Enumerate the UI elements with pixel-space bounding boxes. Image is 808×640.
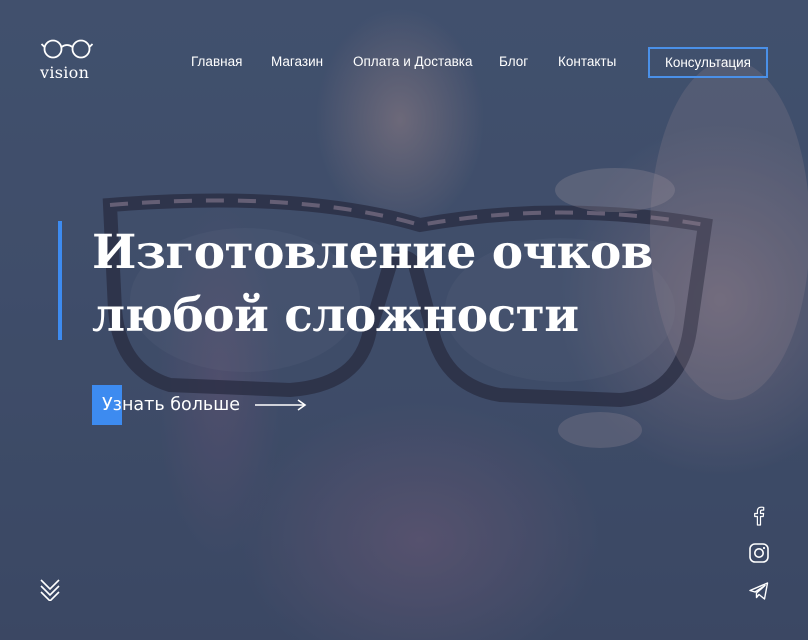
nav-item-blog[interactable]: Блог (499, 54, 528, 69)
nav-item-contacts[interactable]: Контакты (558, 54, 616, 69)
hero-headline-line-1: Изготовление очков (92, 225, 653, 280)
telegram-icon[interactable] (748, 580, 770, 602)
hero-headline: Изготовление очков любой сложности (92, 221, 653, 347)
nav-item-payment-delivery[interactable]: Оплата и Доставка (353, 54, 472, 69)
learn-more-link[interactable]: Узнать больше (92, 385, 322, 425)
instagram-icon[interactable] (748, 542, 770, 564)
double-chevron-down-icon[interactable] (39, 577, 61, 601)
consultation-button[interactable]: Консультация (648, 47, 768, 78)
site-logo[interactable]: vision (40, 38, 96, 84)
arrow-right-icon (255, 399, 307, 411)
headline-accent-bar (58, 221, 62, 340)
hero-headline-line-2: любой сложности (92, 288, 579, 343)
glasses-icon (41, 39, 93, 59)
facebook-icon[interactable] (748, 505, 770, 527)
nav-item-home[interactable]: Главная (191, 54, 242, 69)
nav-item-shop[interactable]: Магазин (271, 54, 323, 69)
learn-more-label: Узнать больше (102, 395, 240, 415)
logo-text: vision (40, 63, 90, 82)
